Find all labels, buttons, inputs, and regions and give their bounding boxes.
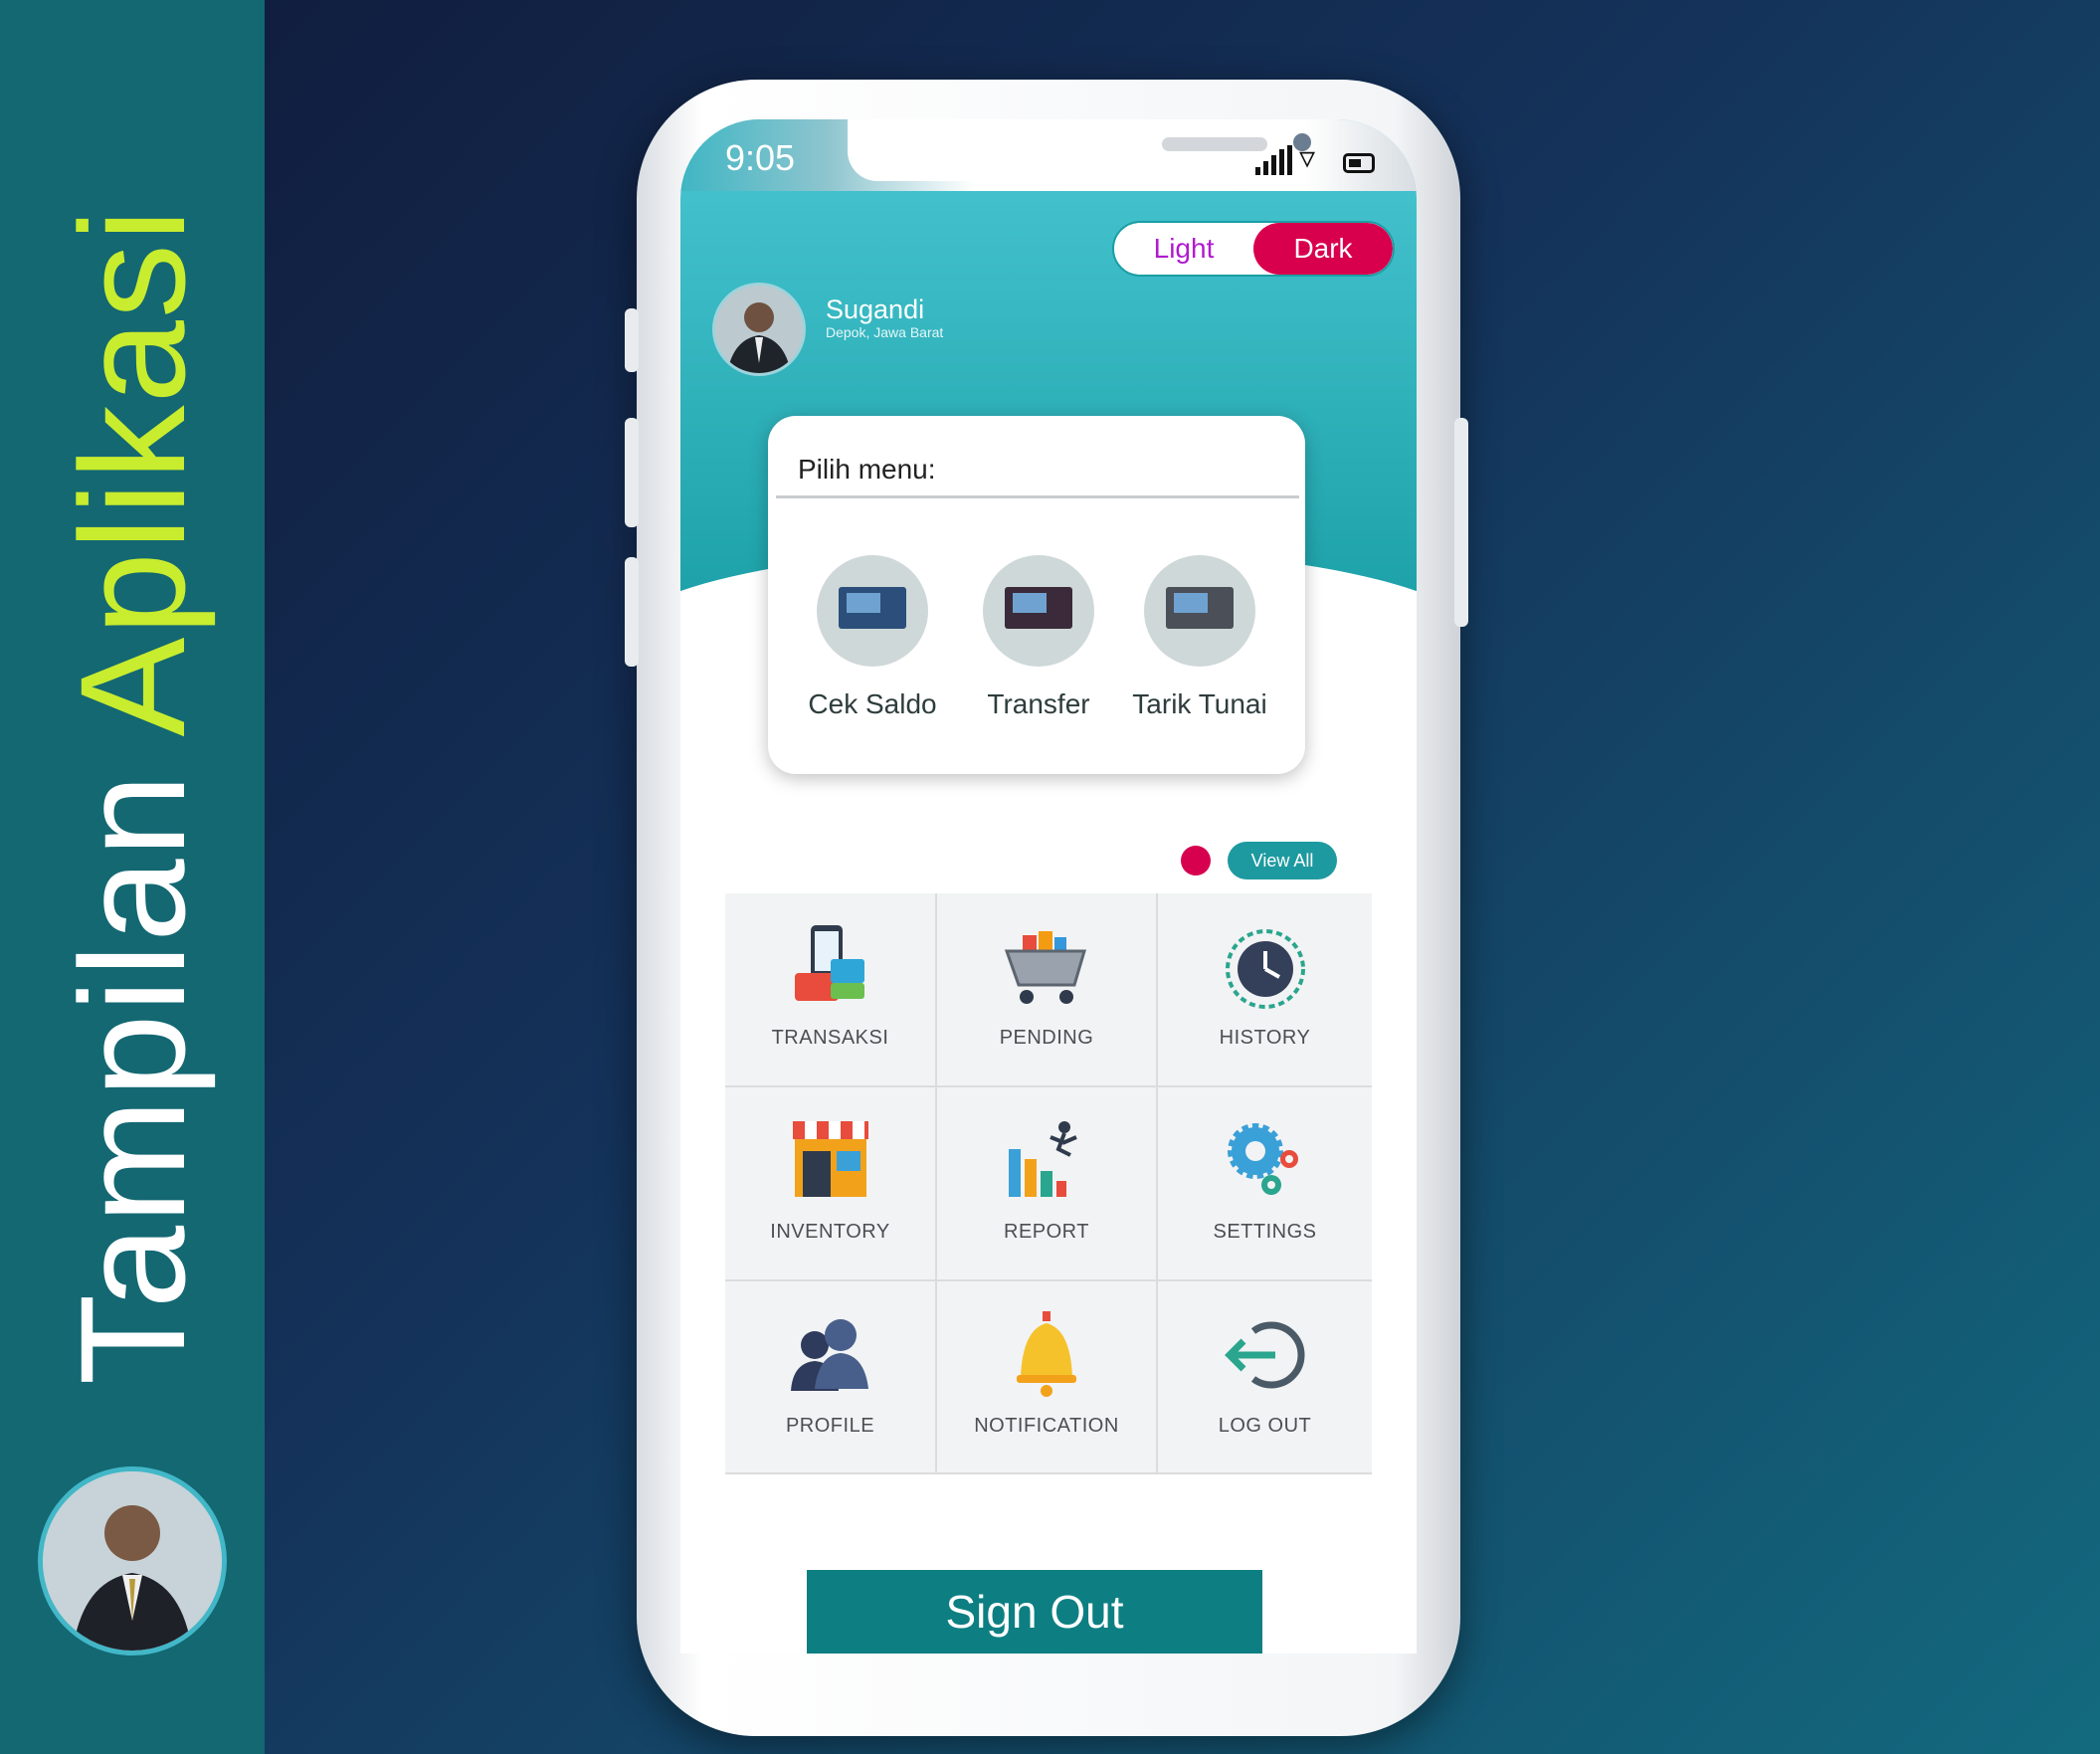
status-time: 9:05 (725, 137, 796, 178)
volume-up-button (625, 418, 639, 527)
report-chart-icon (1009, 1121, 1077, 1197)
speaker (1162, 137, 1267, 151)
theme-light-option[interactable]: Light (1114, 223, 1253, 275)
volume-down-button (625, 557, 639, 667)
user-avatar[interactable] (712, 283, 806, 376)
atm-transfer-icon (983, 555, 1094, 667)
cart-icon (1004, 931, 1087, 1004)
logout-icon (1224, 1321, 1304, 1389)
power-button (1454, 418, 1468, 627)
battery-icon (1343, 153, 1375, 173)
indicator-dot (1181, 846, 1211, 876)
user-name: Sugandi (826, 294, 925, 324)
banner-title-highlight: Aplikasi (49, 206, 216, 737)
grid-item-label: HISTORY (1219, 1027, 1311, 1049)
status-bar: 9:05 ▿ (680, 119, 1417, 191)
grid-item-logout[interactable]: LOG OUT (1158, 1281, 1372, 1474)
grid-item-label: SETTINGS (1213, 1221, 1317, 1243)
store-icon (792, 1121, 868, 1197)
wifi-icon: ▿ (1299, 139, 1316, 175)
left-banner: Tampilan Aplikasi (0, 0, 265, 1754)
menu-item-label: Transfer (987, 688, 1090, 719)
grid-item-notification[interactable]: NOTIFICATION (937, 1281, 1158, 1474)
grid-item-label: NOTIFICATION (974, 1415, 1119, 1437)
gears-icon (1227, 1123, 1298, 1195)
sign-out-button[interactable]: Sign Out (807, 1570, 1262, 1654)
banner-title-main: Tampilan (49, 771, 216, 1386)
menu-title: Pilih menu: (798, 454, 936, 485)
grid-item-report[interactable]: REPORT (937, 1087, 1158, 1281)
notch (848, 119, 1311, 181)
grid-item-inventory[interactable]: INVENTORY (725, 1087, 937, 1281)
menu-divider (776, 495, 1299, 498)
menu-item-cek-saldo[interactable]: Cek Saldo (788, 555, 957, 720)
banner-title: Tampilan Aplikasi (49, 207, 216, 1386)
grid-item-profile[interactable]: PROFILE (725, 1281, 937, 1474)
theme-dark-option[interactable]: Dark (1253, 223, 1393, 275)
phone-side-button (625, 308, 639, 372)
quick-menu-card: Pilih menu: Cek Saldo Transfer Tarik Tun… (768, 416, 1305, 774)
transaction-icon (794, 925, 864, 1001)
user-location: Depok, Jawa Barat (826, 324, 944, 340)
grid-item-label: REPORT (1004, 1221, 1089, 1243)
theme-toggle[interactable]: Light Dark (1112, 221, 1395, 277)
grid-item-history[interactable]: HISTORY (1158, 893, 1372, 1087)
menu-item-tarik-tunai[interactable]: Tarik Tunai (1115, 555, 1284, 720)
grid-item-label: PROFILE (785, 1415, 875, 1437)
app-screen: 9:05 ▿ Light Dark Sugandi Depok, Jawa Ba… (680, 119, 1417, 1654)
bell-icon (1017, 1311, 1076, 1397)
menu-item-label: Tarik Tunai (1132, 688, 1267, 719)
grid-item-pending[interactable]: PENDING (937, 893, 1158, 1087)
author-avatar (38, 1466, 227, 1656)
grid-item-label: LOG OUT (1218, 1415, 1312, 1437)
users-icon (790, 1319, 868, 1391)
signal-icon (1255, 145, 1292, 175)
feature-grid: TRANSAKSI PENDING HISTORY INVENTORY REPO… (725, 893, 1372, 1474)
grid-item-label: PENDING (999, 1027, 1094, 1049)
atm-withdraw-icon (1144, 555, 1255, 667)
clock-history-icon (1225, 929, 1305, 1009)
grid-item-settings[interactable]: SETTINGS (1158, 1087, 1372, 1281)
grid-item-label: TRANSAKSI (771, 1027, 889, 1049)
menu-item-transfer[interactable]: Transfer (954, 555, 1123, 720)
atm-balance-icon (817, 555, 928, 667)
view-all-button[interactable]: View All (1228, 842, 1337, 879)
grid-item-label: INVENTORY (770, 1221, 890, 1243)
grid-item-transaksi[interactable]: TRANSAKSI (725, 893, 937, 1087)
menu-item-label: Cek Saldo (808, 688, 937, 719)
